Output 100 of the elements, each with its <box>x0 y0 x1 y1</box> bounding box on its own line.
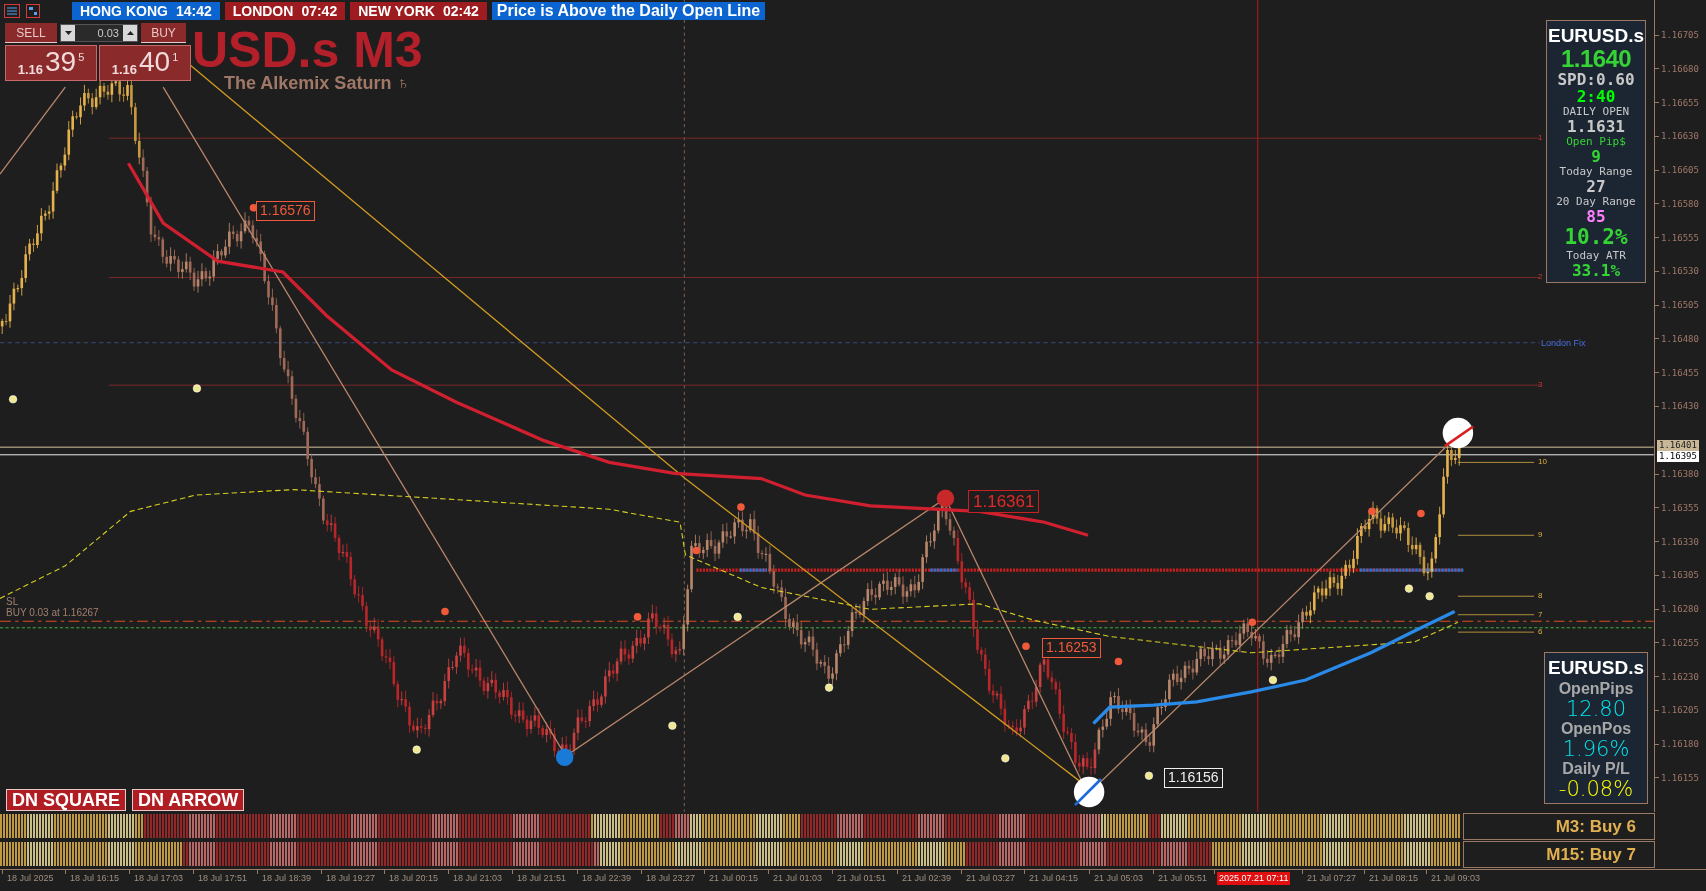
account-text: OpenPos <box>1560 720 1632 738</box>
time-tick-label: 18 Jul 23:27 <box>645 872 697 885</box>
symbol-name: EURUSD.s <box>1547 24 1645 47</box>
increase-icon[interactable] <box>123 25 137 41</box>
price-tick-label: 1.16255 <box>1661 636 1699 649</box>
session-clock: HONG KONG 14:42 <box>72 2 220 20</box>
london-fix-label: London Fix <box>1541 337 1586 350</box>
price-label: 1.16156 <box>1164 768 1223 788</box>
signal-circle-icon <box>1073 776 1105 808</box>
level-number: 9 <box>1538 531 1543 540</box>
time-tick-label: 18 Jul 21:51 <box>516 872 568 885</box>
calculator-icon[interactable] <box>26 4 40 18</box>
price-tick-label: 1.16605 <box>1661 164 1699 177</box>
level-number: 10 <box>1538 458 1547 467</box>
price-tick-label: 1.16555 <box>1661 231 1699 244</box>
time-tick-label: 2025.07.21 07:11 <box>1217 872 1291 885</box>
price-tick-label: 1.16305 <box>1661 569 1699 582</box>
pivot-marker <box>555 748 574 766</box>
price-tick-label: 1.16380 <box>1661 468 1699 480</box>
info-text: 27 <box>1586 178 1606 195</box>
swing-low-marker <box>1268 675 1278 685</box>
swing-low-marker <box>192 384 201 393</box>
info-text: SPD:0.60 <box>1557 71 1635 88</box>
time-tick-label: 21 Jul 09:03 <box>1430 872 1482 885</box>
level-number: 2 <box>1538 273 1543 282</box>
session-clock: LONDON 07:42 <box>224 2 346 20</box>
signal-button[interactable]: DN SQUARE <box>6 789 126 811</box>
buy-button[interactable]: BUY <box>141 23 186 43</box>
info-text: Today ATR <box>1566 249 1626 262</box>
time-tick-label: 21 Jul 07:27 <box>1306 872 1358 885</box>
price-tick-label: 1.16230 <box>1661 670 1699 683</box>
info-text: 2:40 <box>1576 88 1616 105</box>
level-number: 1 <box>1538 134 1543 143</box>
swing-low-marker <box>668 721 677 730</box>
price-tick-label: 1.16505 <box>1661 299 1699 312</box>
info-text: Today Range <box>1559 165 1633 178</box>
price-label: 1.16576 <box>256 201 315 221</box>
time-tick-label: 18 Jul 16:15 <box>69 872 121 885</box>
price-tick-label: 1.16205 <box>1661 704 1699 717</box>
session-clock: NEW YORK 02:42 <box>350 2 487 20</box>
price-tick-label: 1.16330 <box>1661 535 1699 548</box>
time-tick-label: 18 Jul 21:03 <box>452 872 504 885</box>
swing-high-marker <box>1417 509 1425 518</box>
level-number: 7 <box>1538 610 1543 619</box>
price-tick-label: 1.16530 <box>1661 265 1699 278</box>
price-tick-label: 1.16280 <box>1661 603 1699 616</box>
level-number: 6 <box>1538 628 1543 637</box>
decrease-icon[interactable] <box>61 25 75 41</box>
bid-price-label: 1.16395 <box>1657 451 1699 462</box>
time-tick-label: 18 Jul 18:39 <box>261 872 313 885</box>
price-tick-label: 1.16180 <box>1661 738 1699 751</box>
info-text: 1.1631 <box>1567 118 1625 135</box>
swing-high-marker <box>1022 642 1030 651</box>
account-text: 1.96% <box>1562 738 1630 760</box>
trend-strength-label: M15: Buy 7 <box>1463 841 1655 868</box>
price-tick-label: 1.16430 <box>1661 400 1699 413</box>
swing-low-marker <box>825 683 834 692</box>
price-alert-banner: Price is Above the Daily Open Line <box>491 2 766 20</box>
time-tick-label: 21 Jul 05:51 <box>1157 872 1209 885</box>
symbol-name: EURUSD.s <box>1547 656 1645 680</box>
ask-price-label: 1.16401 <box>1657 440 1699 451</box>
pivot-marker <box>936 489 955 507</box>
price-label: 1.16253 <box>1042 638 1101 658</box>
time-tick-label: 21 Jul 04:15 <box>1028 872 1080 885</box>
time-tick-label: 18 Jul 20:15 <box>388 872 440 885</box>
swing-low-marker <box>1001 754 1010 763</box>
swing-high-marker <box>1114 657 1123 666</box>
chart-subtitle: The Alkemix Saturn ♄ <box>224 72 410 95</box>
account-text: OpenPips <box>1558 680 1634 698</box>
info-text: 20 Day Range <box>1556 195 1636 208</box>
price-label: 1.16361 <box>968 490 1040 514</box>
price-tick-label: 1.16155 <box>1661 771 1699 784</box>
info-text: Open Pip$ <box>1566 135 1626 148</box>
info-text: 10.2% <box>1564 225 1628 249</box>
price-tick-label: 1.16680 <box>1661 62 1699 75</box>
swing-low-marker <box>1404 584 1414 593</box>
level-number: 3 <box>1538 381 1543 390</box>
signal-circle-icon <box>1442 417 1474 449</box>
swing-low-marker <box>1144 771 1153 780</box>
swing-low-marker <box>1425 592 1434 601</box>
order-label: BUY 0.03 at 1.16267 <box>6 608 99 618</box>
account-text: Daily P/L <box>1562 760 1630 778</box>
info-text: 85 <box>1586 208 1606 225</box>
lot-size-field[interactable]: 0.03 <box>60 24 138 42</box>
time-tick-label: 18 Jul 17:03 <box>133 872 185 885</box>
info-text: DAILY OPEN <box>1562 105 1630 118</box>
list-icon[interactable] <box>4 4 20 18</box>
price-tick-label: 1.16455 <box>1661 366 1699 379</box>
time-tick-label: 21 Jul 08:15 <box>1368 872 1420 885</box>
time-tick-label: 21 Jul 05:03 <box>1093 872 1145 885</box>
swing-high-marker <box>441 607 449 616</box>
signal-button[interactable]: DN ARROW <box>132 789 245 811</box>
stop-loss-label: SL <box>6 597 19 607</box>
swing-high-marker <box>633 613 642 621</box>
time-tick-label: 21 Jul 01:03 <box>772 872 824 885</box>
price-tick-label: 1.16705 <box>1661 29 1699 41</box>
account-text: -0.08% <box>1558 778 1634 800</box>
swing-high-marker <box>1368 507 1376 516</box>
price-tick-label: 1.16580 <box>1661 197 1699 210</box>
sell-button[interactable]: SELL <box>5 23 57 43</box>
